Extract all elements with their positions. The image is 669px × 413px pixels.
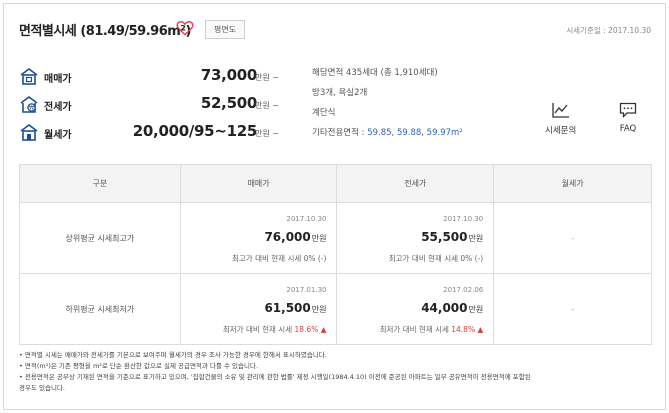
- other-area-values: 59.85, 59.88, 59.97m²: [367, 128, 463, 138]
- structure-info: 계단식: [312, 108, 336, 118]
- cell-unit: 만원: [468, 305, 484, 314]
- footnotes: • 면적별 시세는 매매가와 전세가를 기본으로 보여주며 월세가의 경우 조사…: [19, 350, 652, 394]
- cell-value-number: 44,000: [421, 301, 468, 315]
- cell-value: 61,500만원: [264, 301, 326, 315]
- faq-label: FAQ: [619, 124, 637, 134]
- footnote: • 면적(m²)은 기존 평형을 m²로 단순 환산한 값으로 실제 공급면적과…: [19, 362, 259, 370]
- rent-unit: 만원 ~: [255, 129, 279, 138]
- price-panel: 면적별시세 (81.49/59.96m²) 평면도 시세기준일 : 2017.1…: [3, 3, 666, 410]
- households-info: 해당면적 435세대 (총 1,910세대): [312, 68, 438, 78]
- lease-label: 전세가: [44, 102, 72, 113]
- cell-value: 76,000만원: [264, 230, 326, 244]
- table-row: 상위평균 시세최고가 2017.10.30 76,000만원 최고가 대비 현재…: [19, 202, 652, 274]
- lease-value: 52,500: [200, 94, 257, 112]
- house-lease-icon: ₩: [20, 96, 38, 113]
- cell-date: 2017.10.30: [443, 215, 484, 223]
- cell-value-number: 76,000: [264, 230, 311, 244]
- page-title: 면적별시세 (81.49/59.96m²): [19, 24, 191, 39]
- line-chart-icon: [551, 103, 569, 118]
- other-area-info: 기타전용면적 : 59.85, 59.88, 59.97m²: [312, 126, 463, 138]
- price-cell: 2017.01.30 61,500만원 최저가 대비 현재 시세 18.6% ▲: [179, 273, 338, 345]
- price-table: 구분 매매가 전세가 월세가 상위평균 시세최고가 2017.10.30 76,…: [19, 164, 652, 345]
- lease-unit: 만원 ~: [255, 101, 279, 110]
- price-inquiry-label: 시세문의: [545, 126, 577, 136]
- row-label: 하위평균 시세최저가: [19, 273, 181, 345]
- cell-date: 2017.01.30: [286, 286, 327, 294]
- cell-note-text: 최저가 대비 현재 시세: [379, 325, 452, 334]
- table-row: 하위평균 시세최저가 2017.01.30 61,500만원 최저가 대비 현재…: [19, 273, 652, 345]
- cell-value: 55,500만원: [421, 230, 483, 244]
- column-header: 전세가: [336, 164, 495, 203]
- cell-value-number: 61,500: [264, 301, 311, 315]
- footnote: • 전용면적은 공부상 기재된 면적을 기준으로 표기하고 있으며, '집합건물…: [19, 373, 531, 381]
- rent-label: 월세가: [44, 130, 72, 141]
- price-row-sale: 매매가 73,000 만원 ~: [19, 64, 279, 88]
- chat-bubble-icon: [619, 102, 637, 118]
- price-cell: 2017.02.06 44,000만원 최저가 대비 현재 시세 14.8% ▲: [336, 273, 495, 345]
- sale-label: 매매가: [44, 74, 72, 85]
- cell-unit: 만원: [468, 234, 484, 243]
- price-cell: 2017.10.30 76,000만원 최고가 대비 현재 시세 0% (-): [179, 202, 338, 274]
- sale-unit: 만원 ~: [255, 73, 279, 82]
- house-sale-icon: [20, 68, 38, 85]
- row-label: 상위평균 시세최고가: [19, 202, 181, 274]
- rent-value: 20,000/95~125: [132, 122, 258, 140]
- cell-date: 2017.02.06: [443, 286, 484, 294]
- cell-unit: 만원: [311, 234, 327, 243]
- cell-note: 최저가 대비 현재 시세 14.8% ▲: [380, 324, 484, 335]
- cell-value-number: 55,500: [421, 230, 468, 244]
- price-row-rent: 월세가 20,000/95~125 만원 ~: [19, 120, 279, 144]
- cell-note: 최고가 대비 현재 시세 0% (-): [232, 254, 327, 263]
- change-badge: 18.6% ▲: [294, 325, 327, 334]
- base-date: 시세기준일 : 2017.10.30: [566, 26, 651, 35]
- change-badge: 14.8% ▲: [451, 325, 484, 334]
- heart-icon[interactable]: [176, 19, 194, 37]
- house-rent-icon: [20, 124, 38, 141]
- price-row-lease: ₩ 전세가 52,500 만원 ~: [19, 92, 279, 116]
- other-area-label: 기타전용면적 :: [312, 128, 368, 138]
- price-inquiry-button[interactable]: 시세문의: [545, 102, 576, 136]
- cell-unit: 만원: [311, 305, 327, 314]
- rent-cell: -: [493, 202, 652, 274]
- column-header: 구분: [19, 164, 181, 203]
- faq-button[interactable]: FAQ: [619, 102, 637, 134]
- floor-plan-button[interactable]: 평면도: [205, 20, 245, 39]
- column-header: 월세가: [493, 164, 652, 203]
- rooms-info: 방3개, 욕실2개: [312, 88, 368, 98]
- svg-text:₩: ₩: [29, 105, 34, 111]
- cell-note: 최저가 대비 현재 시세 18.6% ▲: [223, 324, 327, 335]
- cell-date: 2017.10.30: [286, 215, 327, 223]
- table-header-row: 구분 매매가 전세가 월세가: [19, 164, 652, 203]
- footnote: • 면적별 시세는 매매가와 전세가를 기본으로 보여주며 월세가의 경우 조사…: [19, 351, 327, 359]
- price-cell: 2017.10.30 55,500만원 최고가 대비 현재 시세 0% (-): [336, 202, 495, 274]
- rent-cell: -: [493, 273, 652, 345]
- footnote: 경우도 있습니다.: [19, 384, 65, 392]
- column-header: 매매가: [179, 164, 338, 203]
- cell-note-text: 최저가 대비 현재 시세: [222, 325, 295, 334]
- cell-note: 최고가 대비 현재 시세 0% (-): [388, 254, 484, 263]
- sale-value: 73,000: [200, 66, 257, 84]
- cell-value: 44,000만원: [421, 301, 483, 315]
